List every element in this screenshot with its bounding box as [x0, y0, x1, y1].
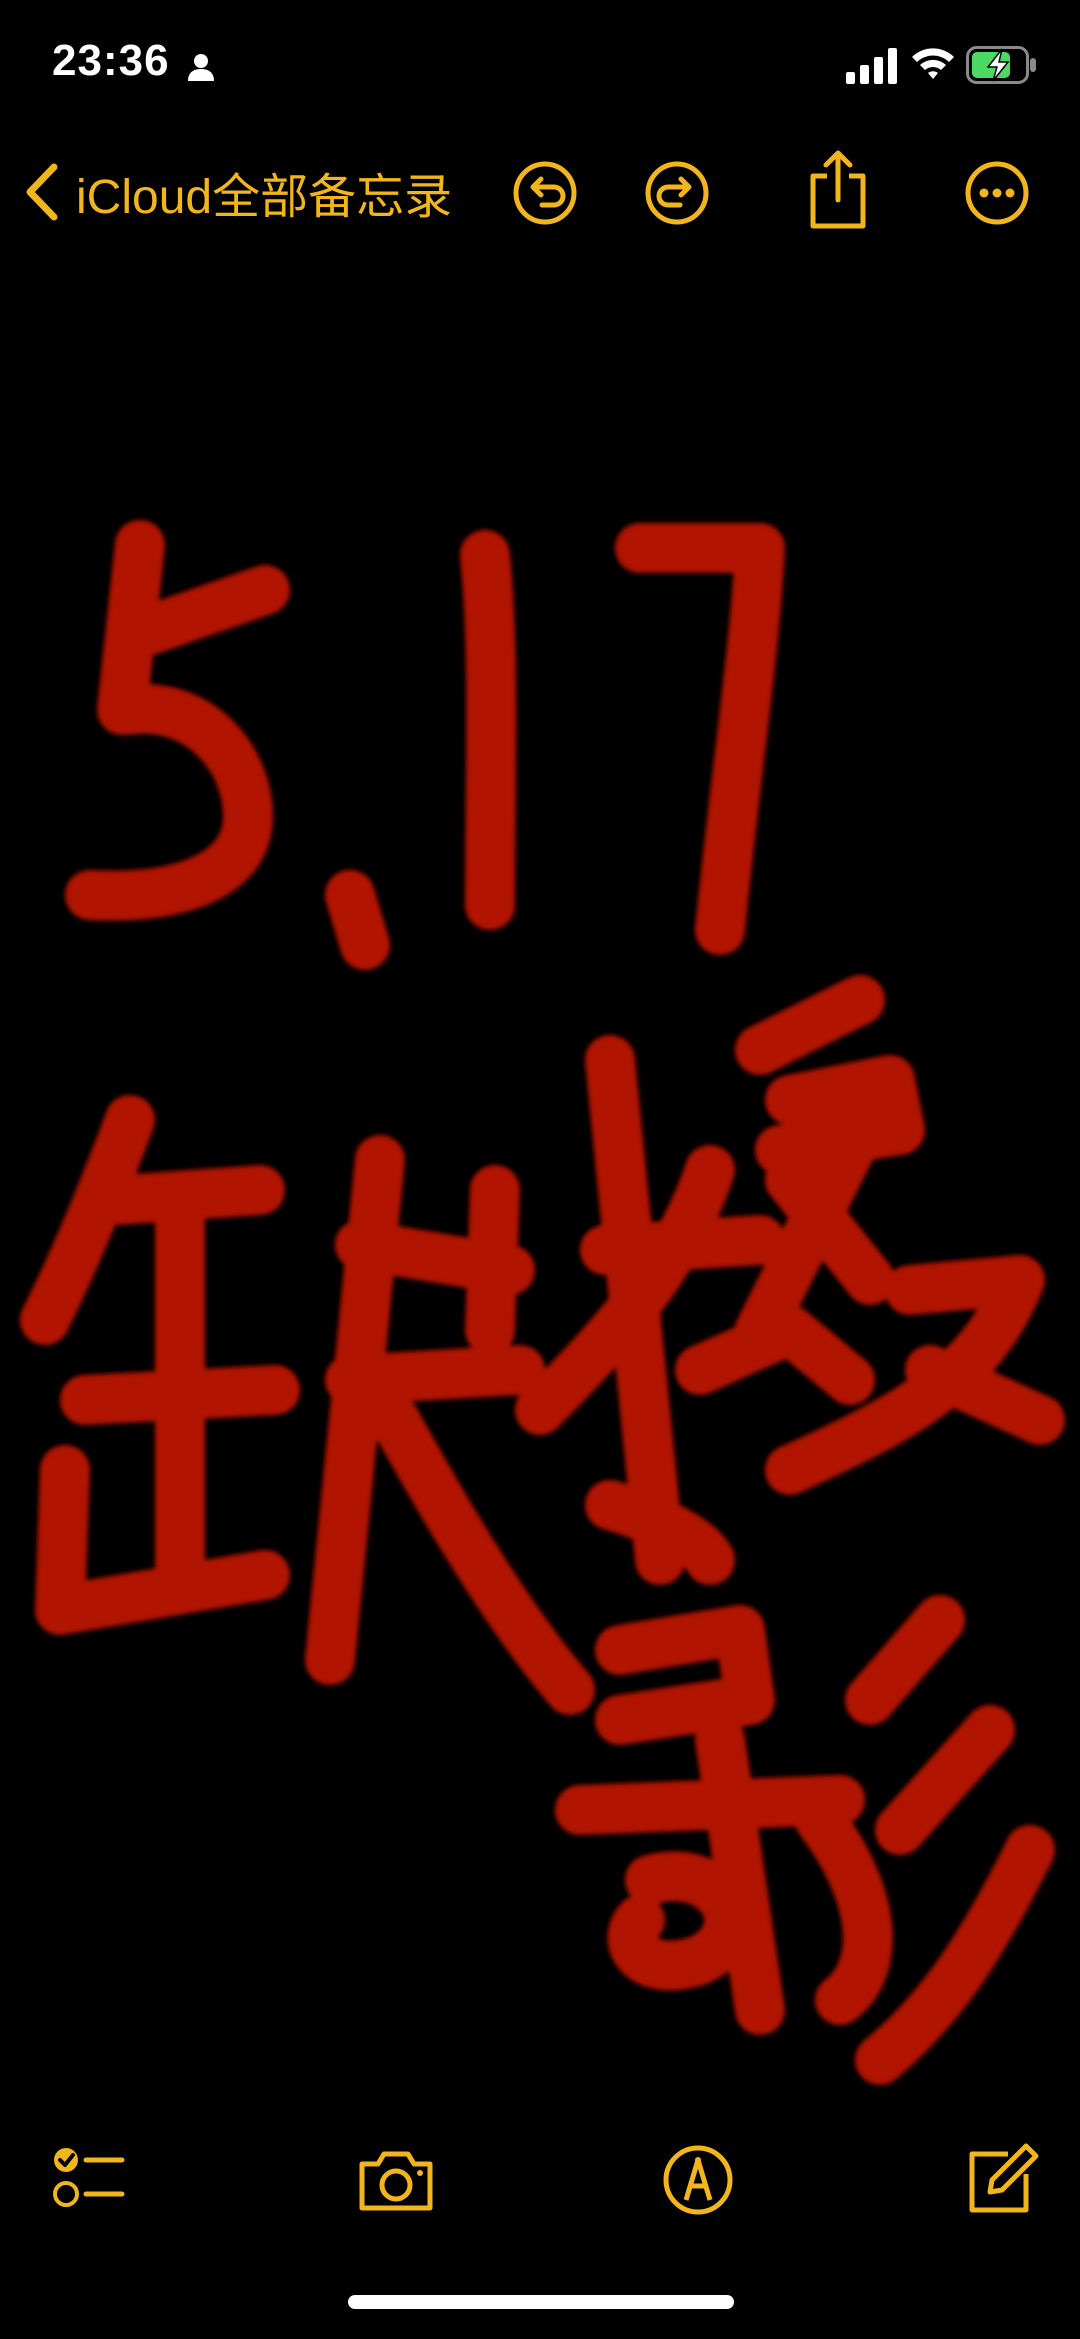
- battery-charging-icon: [966, 46, 1036, 84]
- status-bar: 23:36: [0, 0, 1080, 130]
- redo-icon[interactable]: [644, 160, 710, 226]
- chevron-left-icon: [26, 163, 58, 221]
- camera-icon[interactable]: [356, 2140, 436, 2220]
- home-indicator[interactable]: [348, 2295, 734, 2309]
- person-icon: [188, 54, 214, 81]
- nav-bar: iCloud全部备忘录: [0, 140, 1080, 244]
- status-time: 23:36: [52, 36, 170, 85]
- compose-icon[interactable]: [960, 2140, 1040, 2220]
- share-icon[interactable]: [805, 150, 871, 230]
- wifi-icon: [912, 48, 954, 79]
- markup-pen-icon[interactable]: [658, 2140, 738, 2220]
- back-button-label: iCloud全部备忘录: [76, 171, 453, 224]
- checklist-icon[interactable]: [50, 2140, 130, 2220]
- cellular-signal-icon: [846, 48, 897, 84]
- back-button[interactable]: iCloud全部备忘录: [22, 154, 452, 230]
- more-icon[interactable]: [964, 160, 1030, 226]
- bottom-toolbar: [0, 2140, 1080, 2240]
- handwritten-sketch[interactable]: [0, 260, 1080, 2100]
- undo-icon[interactable]: [512, 160, 578, 226]
